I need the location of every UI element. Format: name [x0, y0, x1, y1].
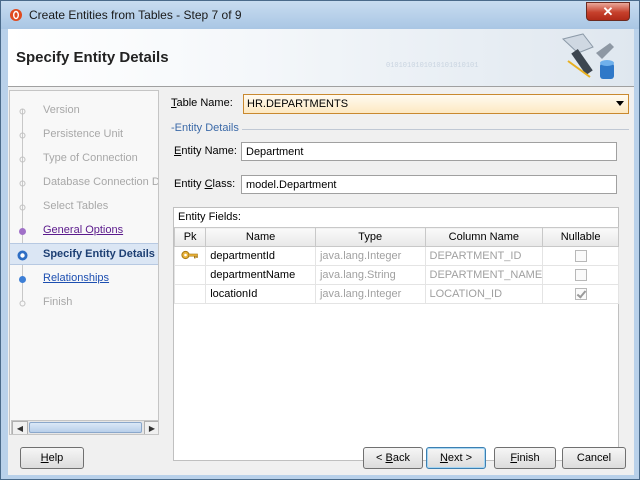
- scroll-left-icon[interactable]: ◀: [12, 421, 28, 434]
- name-cell[interactable]: departmentName: [205, 265, 316, 285]
- key-icon: [181, 250, 198, 259]
- column-header-column-name[interactable]: Column Name: [424, 227, 544, 247]
- table-name-label: Table Name:: [171, 97, 233, 109]
- step-version: Version: [10, 100, 158, 122]
- step-todo-icon: [19, 300, 26, 307]
- step-next-icon: [19, 276, 26, 283]
- entity-name-field[interactable]: Department: [241, 142, 617, 161]
- step-label: General Options: [43, 224, 124, 236]
- entity-fields-table: Pk Name Type Column Name Nullable depart…: [173, 227, 619, 304]
- step-relationships[interactable]: Relationships: [10, 268, 158, 290]
- column-header-pk[interactable]: Pk: [173, 227, 207, 247]
- step-current-icon: [17, 250, 28, 261]
- steps-horizontal-scrollbar[interactable]: ◀ ▶: [11, 420, 158, 434]
- entity-details-form: Table Name: HR.DEPARTMENTS -Entity Detai…: [171, 90, 629, 462]
- type-cell: java.lang.String: [314, 265, 426, 285]
- table-name-select[interactable]: HR.DEPARTMENTS: [243, 94, 629, 114]
- entity-details-section: -Entity Details: [171, 122, 629, 136]
- step-specify-entity-details[interactable]: Specify Entity Details: [10, 243, 158, 265]
- step-done-icon: [19, 132, 26, 139]
- step-select-tables: Select Tables: [10, 196, 158, 218]
- column-name-cell: LOCATION_ID: [424, 284, 544, 304]
- step-label: Persistence Unit: [43, 128, 124, 140]
- step-database-connection: Database Connection De: [10, 172, 159, 194]
- column-header-type[interactable]: Type: [314, 227, 426, 247]
- step-done-icon: [19, 108, 26, 115]
- entity-name-value: Department: [246, 146, 304, 158]
- back-button[interactable]: < Back: [363, 447, 423, 469]
- pk-cell: [173, 284, 207, 304]
- nullable-cell: [542, 284, 619, 304]
- step-label: Relationships: [43, 272, 110, 284]
- pk-cell: [173, 265, 207, 285]
- table-row[interactable]: locationId java.lang.Integer LOCATION_ID: [173, 284, 619, 304]
- step-type-of-connection: Type of Connection: [10, 148, 158, 170]
- help-button[interactable]: Help: [20, 447, 84, 469]
- entity-fields-label: Entity Fields:: [178, 211, 241, 223]
- chevron-down-icon[interactable]: [616, 101, 624, 106]
- step-label: Select Tables: [43, 200, 109, 212]
- oracle-jdeveloper-icon: [10, 9, 22, 21]
- entity-name-label: Entity Name:: [174, 145, 237, 157]
- cancel-button[interactable]: Cancel: [562, 447, 626, 469]
- step-label: Version: [43, 104, 80, 116]
- nullable-checkbox: [574, 269, 587, 282]
- entity-class-label: Entity Class:: [174, 178, 236, 190]
- column-header-name[interactable]: Name: [205, 227, 316, 247]
- name-cell[interactable]: departmentId: [205, 246, 316, 266]
- step-done-icon: [19, 156, 26, 163]
- step-label: Database Connection De: [43, 176, 159, 188]
- wizard-steps-panel: Version Persistence Unit Type of Connect…: [9, 90, 159, 435]
- page-title: Specify Entity Details: [16, 49, 169, 66]
- step-persistence-unit: Persistence Unit: [10, 124, 158, 146]
- window-title: Create Entities from Tables - Step 7 of …: [29, 8, 242, 22]
- next-button[interactable]: Next >: [426, 447, 486, 469]
- column-name-cell: DEPARTMENT_NAME: [424, 265, 544, 285]
- close-button[interactable]: ✕: [586, 2, 630, 21]
- title-bar[interactable]: Create Entities from Tables - Step 7 of …: [1, 1, 639, 29]
- nullable-cell: [542, 265, 619, 285]
- column-name-cell: DEPARTMENT_ID: [424, 246, 544, 266]
- pk-cell: [173, 246, 207, 266]
- wizard-banner: Specify Entity Details 01010101010101010…: [8, 29, 634, 87]
- table-name-value: HR.DEPARTMENTS: [247, 98, 349, 110]
- step-done-icon: [19, 180, 26, 187]
- table-row[interactable]: departmentName java.lang.String DEPARTME…: [173, 265, 619, 285]
- name-cell[interactable]: locationId: [205, 284, 316, 304]
- step-label: Finish: [43, 296, 73, 308]
- table-row[interactable]: departmentId java.lang.Integer DEPARTMEN…: [173, 246, 619, 266]
- type-cell: java.lang.Integer: [314, 246, 426, 266]
- section-title: -Entity Details: [171, 122, 242, 134]
- type-cell: java.lang.Integer: [314, 284, 426, 304]
- banner-binary-text: 0101010101010101010101: [386, 62, 478, 70]
- column-header-nullable[interactable]: Nullable: [542, 227, 619, 247]
- step-general-options[interactable]: General Options: [10, 220, 158, 242]
- scrollbar-thumb[interactable]: [29, 422, 142, 433]
- step-label: Type of Connection: [43, 152, 138, 164]
- nullable-checkbox: [574, 250, 587, 263]
- step-finish: Finish: [10, 292, 158, 314]
- scroll-right-icon[interactable]: ▶: [144, 421, 158, 434]
- entity-class-value: model.Department: [246, 179, 337, 191]
- step-label: Specify Entity Details: [43, 248, 155, 260]
- nullable-checkbox-checked: [574, 288, 587, 301]
- entity-class-field[interactable]: model.Department: [241, 175, 617, 194]
- dialog-client: Specify Entity Details 01010101010101010…: [8, 29, 634, 475]
- finish-button[interactable]: Finish: [494, 447, 556, 469]
- entity-fields-panel: Entity Fields: Pk Name Type Column Name …: [173, 207, 619, 461]
- step-done-icon: [19, 204, 26, 211]
- step-visited-icon: [19, 228, 26, 235]
- wizard-tools-icon: 0101010101010101010101: [386, 33, 614, 79]
- nullable-cell: [542, 246, 619, 266]
- dialog-window: Create Entities from Tables - Step 7 of …: [0, 0, 640, 480]
